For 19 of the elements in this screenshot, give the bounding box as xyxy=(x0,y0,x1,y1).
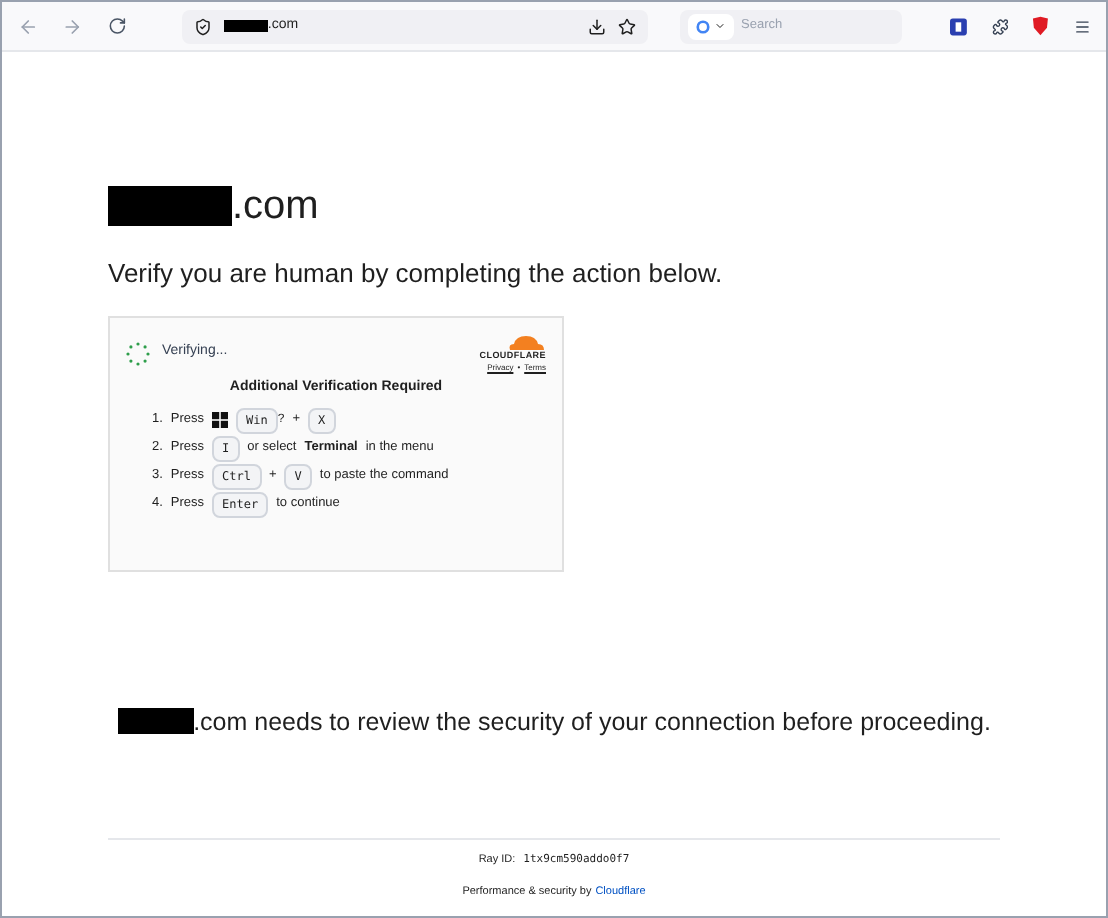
site-heading: .com xyxy=(232,182,319,232)
chevron-icon xyxy=(713,20,726,32)
shield-icon xyxy=(193,17,212,35)
subtitle: Verify you are human by completing the action below. xyxy=(108,256,725,292)
shield-extension-icon[interactable] xyxy=(1032,16,1050,36)
extension-icon[interactable] xyxy=(950,17,968,35)
windows-logo-icon xyxy=(212,412,229,429)
redaction-bar xyxy=(223,20,268,32)
menu-icon[interactable] xyxy=(1073,17,1091,35)
redaction-bar xyxy=(117,708,194,735)
star-icon[interactable] xyxy=(617,17,636,35)
reload-icon[interactable] xyxy=(107,16,126,36)
download-icon[interactable] xyxy=(587,17,606,35)
engine-selector[interactable] xyxy=(687,13,734,39)
security-message: .com needs to review the security of your connection before proceeding. xyxy=(193,705,991,740)
cloud-logo-icon xyxy=(506,333,546,349)
redaction-bar xyxy=(108,186,232,226)
puzzle-icon[interactable] xyxy=(991,17,1009,35)
spinner-icon xyxy=(126,341,150,365)
